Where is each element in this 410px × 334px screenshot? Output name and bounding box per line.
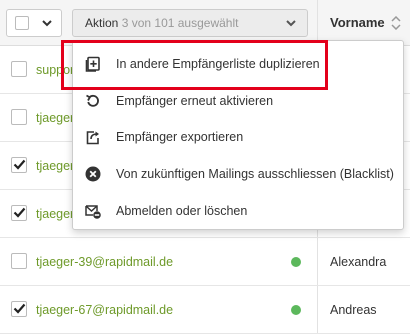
row-checkbox[interactable] <box>11 61 27 77</box>
highlight-box <box>61 40 328 90</box>
menu-item-label: Empfänger exportieren <box>116 130 244 144</box>
select-all-checkbox[interactable] <box>15 16 29 30</box>
recipient-email-link[interactable]: tjaeger-67@rapidmail.de <box>36 286 173 334</box>
row-checkbox[interactable] <box>11 157 27 173</box>
recipient-email-link[interactable]: tjaeger <box>36 190 74 238</box>
row-checkbox[interactable] <box>11 253 27 269</box>
row-checkbox[interactable] <box>11 205 27 221</box>
status-dot <box>291 257 301 267</box>
menu-item-export[interactable]: Empfänger exportieren <box>73 119 403 155</box>
export-icon <box>86 131 99 145</box>
row-checkbox[interactable] <box>11 109 27 125</box>
sort-icon[interactable] <box>391 16 401 30</box>
action-label: Aktion <box>85 16 119 30</box>
recipient-email-link[interactable]: tjaeger <box>36 94 74 142</box>
action-dropdown-button[interactable]: Aktion 3 von 101 ausgewählt <box>72 9 308 37</box>
row-checkbox[interactable] <box>11 301 27 317</box>
table-row: tjaeger-67@rapidmail.de Andreas <box>0 286 410 334</box>
unsubscribe-icon <box>85 205 101 219</box>
checkmark-icon <box>13 159 26 170</box>
recipient-email-link[interactable]: tjaeger <box>36 142 74 190</box>
blacklist-icon <box>85 166 101 182</box>
recipient-first-name: Alexandra <box>330 255 387 269</box>
checkmark-icon <box>13 303 26 314</box>
menu-item-label: Von zukünftigen Mailings ausschliessen (… <box>116 167 394 181</box>
select-all-dropdown[interactable] <box>6 9 62 37</box>
recipient-email-link[interactable]: tjaeger-39@rapidmail.de <box>36 238 173 286</box>
chevron-down-icon <box>42 20 52 27</box>
menu-item-label: Abmelden oder löschen <box>116 204 248 218</box>
table-row: tjaeger-39@rapidmail.de Alexandra <box>0 238 410 286</box>
recipient-first-name: Andreas <box>330 303 377 317</box>
chevron-down-icon <box>286 20 296 27</box>
menu-item-unsubscribe[interactable]: Abmelden oder löschen <box>73 193 403 229</box>
reactivate-icon <box>86 94 99 107</box>
checkmark-icon <box>13 207 26 218</box>
status-dot <box>291 305 301 315</box>
selection-count: 3 von 101 ausgewählt <box>121 16 239 30</box>
menu-item-blacklist[interactable]: Von zukünftigen Mailings ausschliessen (… <box>73 156 403 192</box>
